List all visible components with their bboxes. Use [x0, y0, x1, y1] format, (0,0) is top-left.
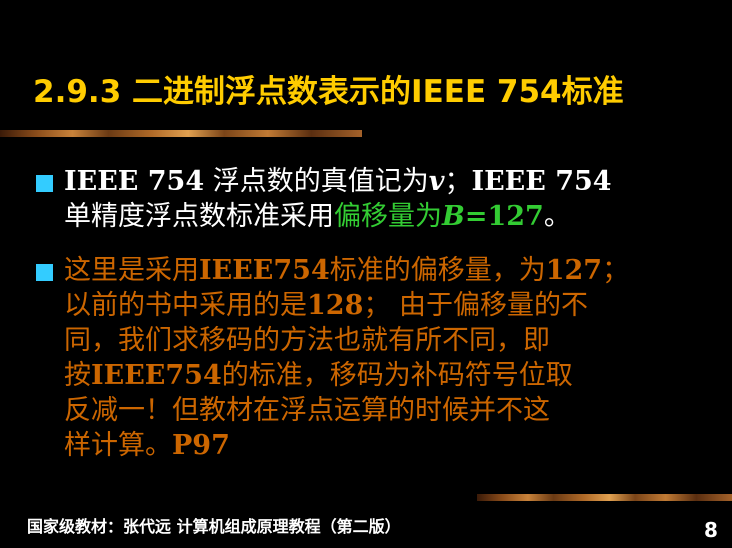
slide: 2.9.3 二进制浮点数表示的IEEE 754标准 IEEE 754 浮点数的真…: [0, 0, 732, 548]
slide-title: 2.9.3 二进制浮点数表示的IEEE 754标准: [33, 74, 624, 110]
square-bullet-icon: [36, 175, 53, 192]
text-segment: 样计算。: [64, 430, 172, 461]
text-segment: 标准的偏移量，为: [329, 255, 546, 286]
text-segment: 单精度浮点数标准采用: [64, 201, 334, 232]
text-bias-value: =127: [464, 201, 544, 232]
decorative-rule-top: [0, 130, 362, 137]
text-segment: 。: [543, 201, 571, 232]
text-number: 128: [307, 290, 364, 321]
paragraph1-line1: IEEE 754 浮点数的真值记为v；IEEE 754: [36, 164, 612, 199]
text-number: 127: [545, 255, 603, 286]
text-segment: 以前的书中采用的是: [64, 290, 307, 321]
square-bullet-icon: [36, 264, 53, 281]
paragraph2-line5: 反减一！但教材在浮点运算的时候并不这: [64, 395, 550, 426]
text-segment: 按: [64, 360, 91, 391]
text-ieee754: IEEE754: [91, 360, 222, 391]
text-segment: 浮点数的真值记为: [204, 166, 429, 197]
text-ieee754: IEEE 754: [471, 166, 612, 197]
footer-textbook-credit: 国家级教材：张代远 计算机组成原理教程（第二版）: [27, 517, 401, 536]
paragraph1-line2: 单精度浮点数标准采用偏移量为B=127。: [36, 199, 612, 234]
paragraph2-line6: 样计算。P97: [36, 428, 629, 463]
text-segment: ；: [602, 255, 630, 286]
text-segment: 这里是采用: [64, 255, 199, 286]
text-ieee754: IEEE754: [199, 255, 330, 286]
text-segment: ； 由于偏移量的不: [363, 290, 588, 321]
page-number: 8: [704, 518, 718, 542]
paragraph2-line3: 同，我们求移码的方法也就有所不同，即: [64, 325, 550, 356]
variable-b: B: [442, 201, 465, 232]
paragraph-ieee754-definition: IEEE 754 浮点数的真值记为v；IEEE 754 单精度浮点数标准采用偏移…: [36, 164, 612, 234]
decorative-rule-bottom: [477, 494, 732, 501]
variable-v: v: [428, 166, 445, 197]
paragraph2-line1: 这里是采用IEEE754标准的偏移量，为127；: [36, 253, 629, 288]
text-segment: 的标准，移码为补码符号位取: [221, 360, 573, 391]
paragraph2-line4: 按IEEE754的标准，移码为补码符号位取: [36, 358, 629, 393]
paragraph2-line2: 以前的书中采用的是128； 由于偏移量的不: [36, 288, 629, 323]
text-bias-highlight: 偏移量为: [334, 201, 442, 232]
text-segment: ；: [444, 166, 472, 197]
text-ieee754: IEEE 754: [64, 166, 205, 197]
paragraph-bias-note: 这里是采用IEEE754标准的偏移量，为127； 以前的书中采用的是128； 由…: [36, 253, 629, 463]
text-page-reference: P97: [172, 430, 230, 461]
